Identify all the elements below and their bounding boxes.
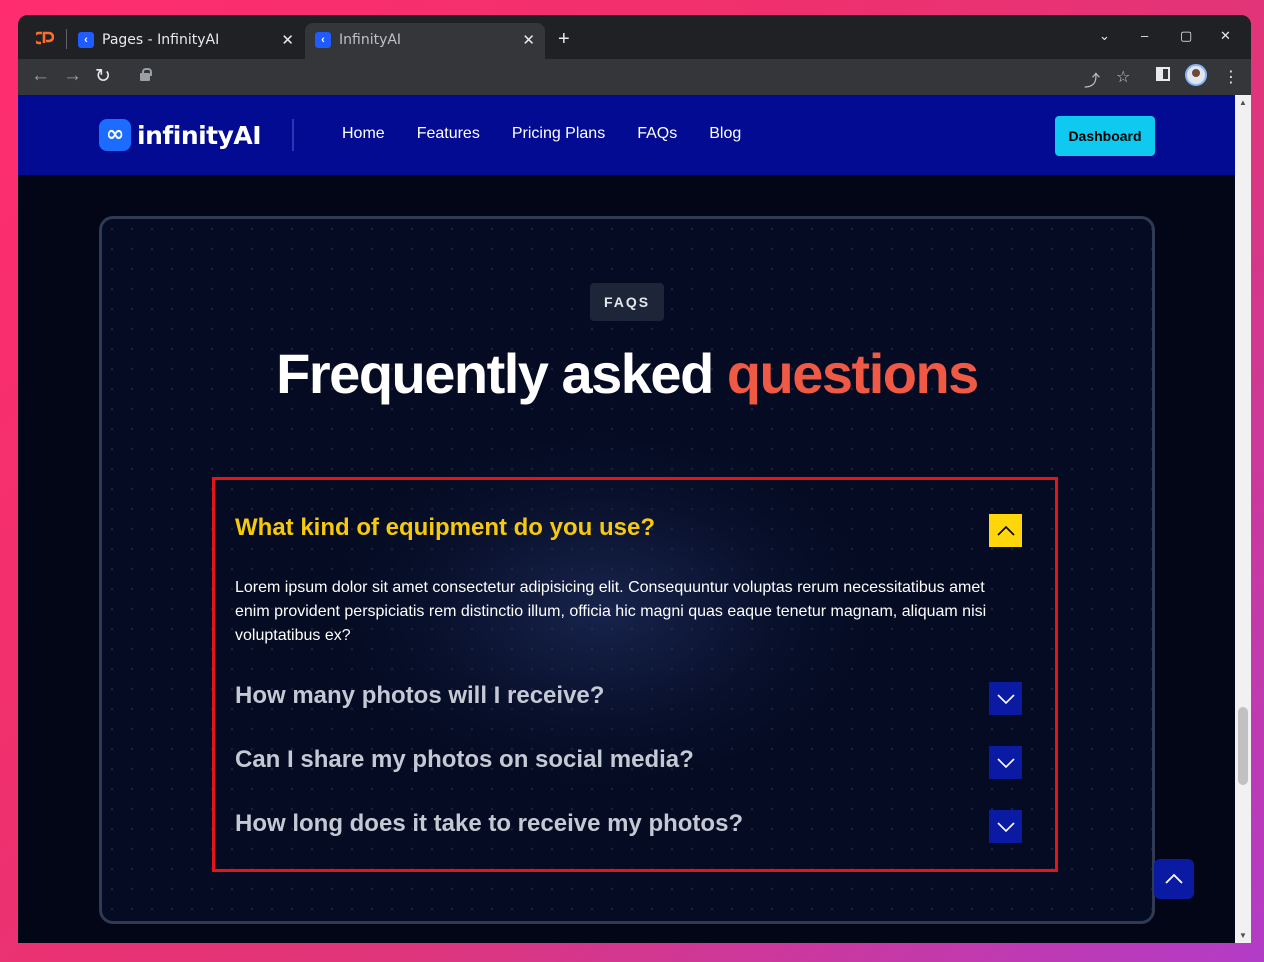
side-panel-icon[interactable] (1156, 67, 1170, 81)
infinityai-favicon-icon: ‹ (315, 32, 331, 48)
scrollbar-thumb[interactable] (1238, 707, 1248, 785)
nav-divider (292, 119, 294, 151)
expand-toggle[interactable] (989, 746, 1022, 779)
back-icon[interactable]: ← (31, 65, 50, 87)
nav-pricing-plans[interactable]: Pricing Plans (512, 125, 605, 143)
faq-accordion: What kind of equipment do you use? Lorem… (212, 477, 1058, 872)
tab-close-icon[interactable]: ✕ (281, 31, 294, 49)
chevron-down-icon (996, 693, 1015, 704)
faq-answer: Lorem ipsum dolor sit amet consectetur a… (235, 579, 987, 644)
faq-section: FAQS Frequently asked questions What kin… (99, 216, 1155, 924)
expand-toggle[interactable] (989, 682, 1022, 715)
lock-icon[interactable] (140, 68, 152, 81)
dashboard-button[interactable]: Dashboard (1055, 116, 1155, 156)
maximize-icon[interactable]: ▢ (1180, 28, 1192, 44)
faq-item-photos-count[interactable]: How many photos will I receive? (235, 682, 1025, 710)
bookmark-star-icon[interactable]: ☆ (1116, 67, 1130, 87)
chevron-down-icon (996, 757, 1015, 768)
chevron-up-icon (996, 525, 1015, 536)
new-tab-button[interactable]: + (558, 28, 570, 51)
heading-main: Frequently asked (276, 342, 727, 405)
faq-badge: FAQS (590, 283, 664, 321)
reload-icon[interactable]: ↻ (95, 65, 111, 88)
faq-item-equipment[interactable]: What kind of equipment do you use? Lorem… (235, 514, 1025, 648)
faq-question[interactable]: How long does it take to receive my phot… (235, 810, 1025, 838)
tab-search-icon[interactable]: ⌄ (1099, 28, 1110, 44)
faq-item-delivery-time[interactable]: How long does it take to receive my phot… (235, 810, 1025, 838)
cpanel-icon[interactable] (36, 31, 54, 45)
browser-menu-icon[interactable]: ⋮ (1223, 67, 1239, 87)
nav-features[interactable]: Features (417, 125, 480, 143)
scroll-up-arrow-icon[interactable]: ▲ (1239, 98, 1247, 107)
browser-window: ‹ Pages - InfinityAI ✕ ‹ InfinityAI ✕ + … (18, 15, 1251, 943)
tab-pages-infinityai[interactable]: ‹ Pages - InfinityAI ✕ (68, 23, 304, 59)
tab-separator (66, 29, 67, 49)
minimize-icon[interactable]: – (1141, 28, 1148, 43)
faq-question[interactable]: How many photos will I receive? (235, 682, 1025, 710)
nav-home[interactable]: Home (342, 125, 385, 143)
nav-faqs[interactable]: FAQs (637, 125, 677, 143)
infinityai-favicon-icon: ‹ (78, 32, 94, 48)
page-scrollbar[interactable]: ▲ ▼ (1235, 95, 1251, 943)
faq-question[interactable]: What kind of equipment do you use? (235, 514, 1025, 542)
address-bar[interactable] (128, 63, 1128, 91)
chevron-up-icon (1165, 873, 1183, 884)
profile-avatar[interactable] (1185, 64, 1207, 86)
close-window-icon[interactable]: ✕ (1220, 28, 1231, 44)
page-viewport: ∞ infinityAI Home Features Pricing Plans… (18, 95, 1235, 943)
faq-item-social-media[interactable]: Can I share my photos on social media? (235, 746, 1025, 774)
site-logo[interactable]: ∞ infinityAI (99, 119, 262, 151)
tab-close-icon[interactable]: ✕ (522, 31, 535, 49)
scroll-to-top-button[interactable] (1154, 859, 1194, 899)
tab-strip: ‹ Pages - InfinityAI ✕ ‹ InfinityAI ✕ + … (18, 15, 1251, 59)
main-nav: Home Features Pricing Plans FAQs Blog (342, 125, 773, 143)
logo-text: infinityAI (137, 120, 262, 150)
expand-toggle[interactable] (989, 810, 1022, 843)
browser-toolbar: ← → ↻ ⤴ ☆ ⋮ (18, 59, 1251, 95)
tab-infinityai[interactable]: ‹ InfinityAI ✕ (305, 23, 545, 59)
share-icon[interactable]: ⤴ (1084, 67, 1100, 91)
tab-title: Pages - InfinityAI (102, 32, 220, 48)
faq-question[interactable]: Can I share my photos on social media? (235, 746, 1025, 774)
heading-accent: questions (726, 342, 979, 405)
tab-title: InfinityAI (339, 32, 402, 48)
chevron-down-icon (996, 821, 1015, 832)
faq-heading: Frequently asked questions (102, 341, 1152, 406)
site-header: ∞ infinityAI Home Features Pricing Plans… (18, 95, 1235, 175)
nav-blog[interactable]: Blog (709, 125, 741, 143)
scroll-down-arrow-icon[interactable]: ▼ (1239, 931, 1247, 940)
infinity-logo-icon: ∞ (99, 119, 131, 151)
forward-icon[interactable]: → (63, 65, 82, 87)
collapse-toggle[interactable] (989, 514, 1022, 547)
